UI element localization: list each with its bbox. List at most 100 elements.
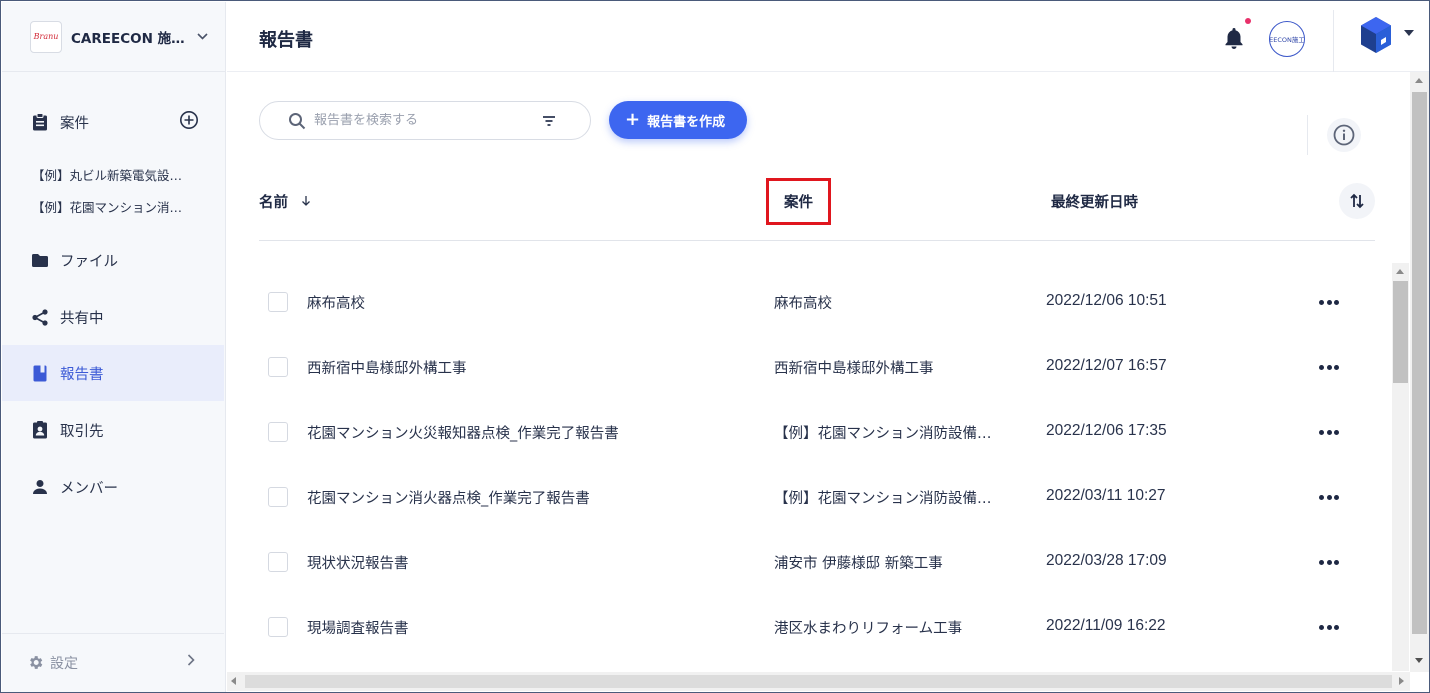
column-header-updated[interactable]: 最終更新日時 bbox=[1051, 191, 1138, 212]
user-avatar-icon[interactable] bbox=[1359, 16, 1393, 54]
sidebar-case-item[interactable]: 【例】花園マンション消… bbox=[32, 197, 182, 216]
report-updated: 2022/03/28 17:09 bbox=[1046, 552, 1167, 569]
app-window: Branu CAREECON 施… 案件 【例】丸ビル新築電気設… 【例】花園マ… bbox=[0, 0, 1430, 693]
horizontal-scrollbar-thumb[interactable] bbox=[245, 675, 1392, 688]
report-case: 【例】花園マンション消防設備… bbox=[774, 491, 992, 507]
page-scrollbar[interactable] bbox=[1410, 72, 1429, 672]
column-header-name[interactable]: 名前 bbox=[259, 191, 311, 212]
contact-card-icon bbox=[31, 421, 49, 439]
scroll-right-icon[interactable] bbox=[1399, 677, 1404, 685]
sidebar-item-shared[interactable]: 共有中 bbox=[2, 289, 224, 345]
row-checkbox[interactable] bbox=[268, 292, 288, 312]
sort-arrows-icon bbox=[1349, 192, 1365, 210]
report-case: 港区水まわりリフォーム工事 bbox=[774, 621, 963, 637]
scroll-left-icon[interactable] bbox=[231, 677, 236, 685]
header-divider-line bbox=[259, 240, 1375, 241]
report-case: 【例】花園マンション消防設備… bbox=[774, 426, 992, 442]
company-name: CAREECON 施… bbox=[71, 30, 185, 47]
clipboard-icon bbox=[31, 113, 49, 131]
more-options-icon[interactable] bbox=[1316, 420, 1342, 444]
avatar-text: EECON施工 bbox=[1269, 36, 1305, 44]
company-avatar[interactable]: EECON施工 bbox=[1269, 21, 1305, 57]
report-case: 浦安市 伊藤様邸 新築工事 bbox=[774, 556, 943, 572]
folder-icon bbox=[31, 251, 49, 269]
row-checkbox[interactable] bbox=[268, 487, 288, 507]
company-switcher[interactable]: Branu CAREECON 施… bbox=[2, 2, 226, 72]
search-icon bbox=[288, 112, 306, 130]
table-row[interactable]: 花園マンション火災報知器点検_作業完了報告書 【例】花園マンション消防設備… 2… bbox=[259, 412, 1375, 477]
sort-button[interactable] bbox=[1339, 183, 1375, 219]
table-row[interactable]: 現状状況報告書 浦安市 伊藤様邸 新築工事 2022/03/28 17:09 bbox=[259, 542, 1375, 607]
table-scrollbar-thumb[interactable] bbox=[1393, 281, 1408, 383]
sidebar-item-label: 報告書 bbox=[60, 366, 104, 383]
report-name[interactable]: 西新宿中島様邸外構工事 bbox=[307, 357, 467, 378]
info-button[interactable] bbox=[1327, 118, 1361, 152]
header-divider bbox=[1333, 10, 1334, 72]
company-logo: Branu bbox=[30, 20, 62, 53]
sidebar-item-label: 共有中 bbox=[60, 310, 104, 327]
book-icon bbox=[31, 364, 49, 382]
more-options-icon[interactable] bbox=[1316, 615, 1342, 639]
create-report-label: 報告書を作成 bbox=[647, 114, 726, 130]
column-header-label: 名前 bbox=[259, 195, 288, 211]
person-icon bbox=[31, 478, 49, 496]
page-title: 報告書 bbox=[259, 30, 313, 51]
scroll-down-icon[interactable] bbox=[1415, 658, 1423, 663]
top-header: 報告書 EECON施工 bbox=[227, 2, 1429, 72]
more-options-icon[interactable] bbox=[1316, 355, 1342, 379]
report-name[interactable]: 麻布高校 bbox=[307, 292, 365, 313]
chevron-right-icon bbox=[187, 654, 195, 670]
settings-item[interactable]: 設定 bbox=[2, 633, 224, 691]
row-checkbox[interactable] bbox=[268, 357, 288, 377]
report-name[interactable]: 花園マンション火災報知器点検_作業完了報告書 bbox=[307, 422, 619, 443]
sidebar-case-item[interactable]: 【例】丸ビル新築電気設… bbox=[32, 165, 182, 184]
column-header-case[interactable]: 案件 bbox=[766, 178, 831, 225]
report-updated: 2022/12/06 10:51 bbox=[1046, 292, 1167, 309]
row-checkbox[interactable] bbox=[268, 422, 288, 442]
sidebar-item-clients[interactable]: 取引先 bbox=[2, 402, 224, 458]
search-input[interactable] bbox=[314, 113, 534, 128]
create-report-button[interactable]: + 報告書を作成 bbox=[609, 101, 747, 139]
table-scrollbar[interactable] bbox=[1392, 263, 1409, 671]
sidebar: Branu CAREECON 施… 案件 【例】丸ビル新築電気設… 【例】花園マ… bbox=[2, 2, 226, 692]
report-updated: 2022/03/11 10:27 bbox=[1046, 487, 1166, 504]
info-icon bbox=[1333, 124, 1355, 146]
report-case: 西新宿中島様邸外構工事 bbox=[774, 361, 934, 377]
column-header-label: 案件 bbox=[784, 195, 813, 211]
sidebar-item-files[interactable]: ファイル bbox=[2, 232, 224, 288]
sidebar-item-label: メンバー bbox=[60, 480, 118, 497]
column-header-label: 最終更新日時 bbox=[1051, 195, 1138, 211]
sidebar-item-reports[interactable]: 報告書 bbox=[2, 345, 224, 401]
more-options-icon[interactable] bbox=[1316, 485, 1342, 509]
scroll-up-icon[interactable] bbox=[1415, 78, 1423, 83]
table-row[interactable]: 西新宿中島様邸外構工事 西新宿中島様邸外構工事 2022/12/07 16:57 bbox=[259, 347, 1375, 412]
row-checkbox[interactable] bbox=[268, 617, 288, 637]
report-case: 麻布高校 bbox=[774, 296, 832, 312]
report-name[interactable]: 現場調査報告書 bbox=[307, 617, 409, 638]
search-box[interactable] bbox=[259, 101, 591, 140]
add-case-icon[interactable] bbox=[179, 110, 199, 130]
bell-icon[interactable] bbox=[1223, 26, 1245, 50]
caret-down-icon[interactable] bbox=[1404, 30, 1414, 36]
report-updated: 2022/12/06 17:35 bbox=[1046, 422, 1167, 439]
table-row[interactable]: 現場調査報告書 港区水まわりリフォーム工事 2022/11/09 16:22 bbox=[259, 607, 1375, 672]
chevron-down-icon bbox=[197, 30, 208, 43]
sidebar-item-label: 案件 bbox=[60, 115, 89, 132]
row-checkbox[interactable] bbox=[268, 552, 288, 572]
arrow-down-icon bbox=[301, 195, 311, 211]
table-row[interactable]: 花園マンション消火器点検_作業完了報告書 【例】花園マンション消防設備… 202… bbox=[259, 477, 1375, 542]
more-options-icon[interactable] bbox=[1316, 550, 1342, 574]
scroll-up-icon[interactable] bbox=[1396, 269, 1404, 274]
report-updated: 2022/12/07 16:57 bbox=[1046, 357, 1167, 374]
page-scrollbar-thumb[interactable] bbox=[1412, 92, 1427, 634]
settings-label: 設定 bbox=[50, 655, 78, 672]
sidebar-item-label: ファイル bbox=[60, 253, 118, 270]
sidebar-item-members[interactable]: メンバー bbox=[2, 459, 224, 515]
filter-icon[interactable] bbox=[541, 113, 557, 129]
report-name[interactable]: 花園マンション消火器点検_作業完了報告書 bbox=[307, 487, 590, 508]
more-options-icon[interactable] bbox=[1316, 290, 1342, 314]
horizontal-scrollbar[interactable] bbox=[227, 672, 1410, 691]
table-row[interactable]: 麻布高校 麻布高校 2022/12/06 10:51 bbox=[259, 282, 1375, 347]
report-name[interactable]: 現状状況報告書 bbox=[307, 552, 409, 573]
gear-icon bbox=[27, 654, 44, 671]
